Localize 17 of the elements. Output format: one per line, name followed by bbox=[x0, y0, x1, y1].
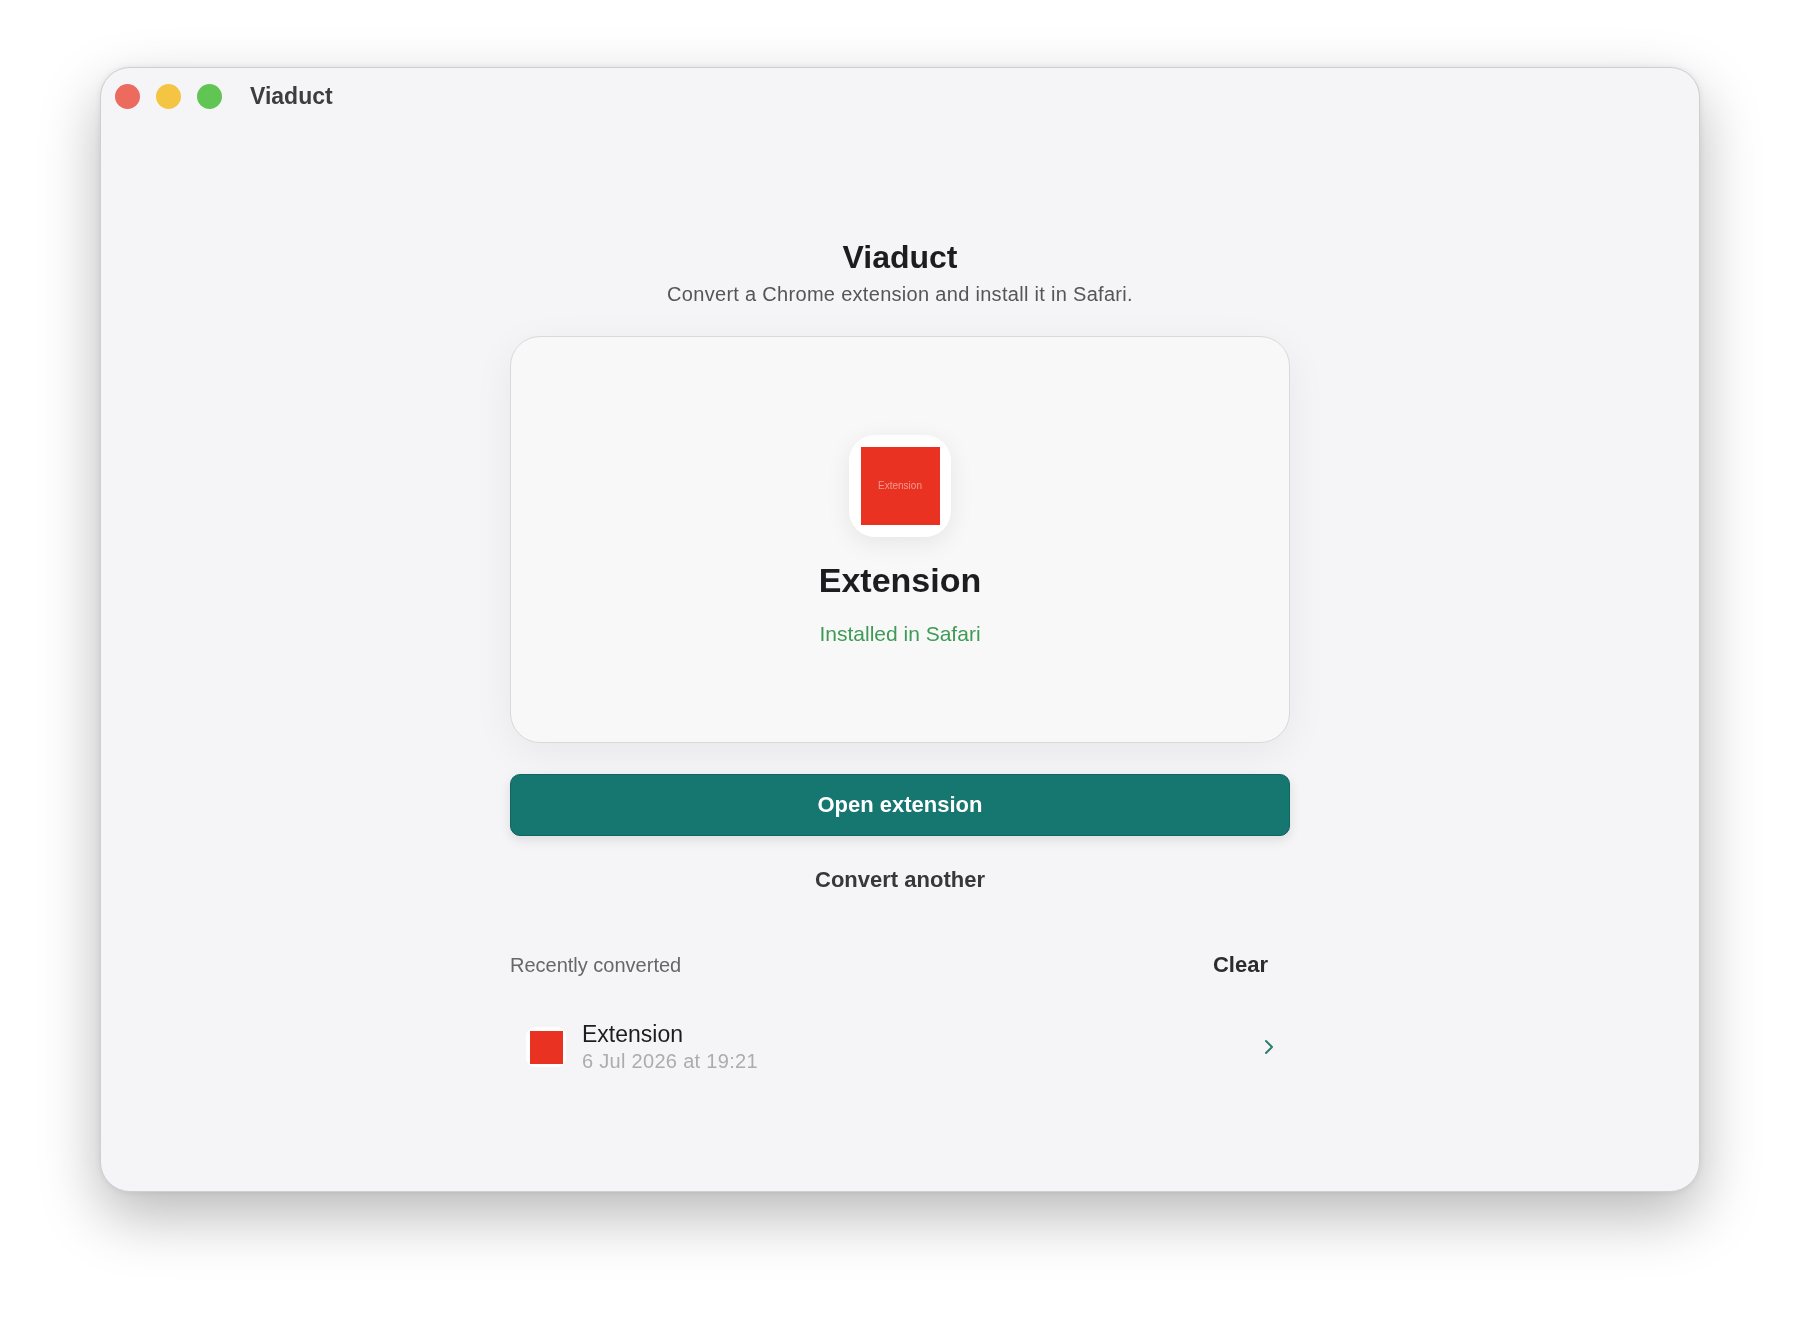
zoom-button[interactable] bbox=[197, 83, 222, 109]
extension-name: Extension bbox=[818, 560, 982, 600]
extension-icon bbox=[526, 1027, 566, 1067]
section-title: Recently converted bbox=[510, 953, 682, 978]
item-date: 6 Jul 2026 at 19:21 bbox=[582, 1049, 758, 1074]
app-subtitle: Convert a Chrome extension and install it in Safari. bbox=[667, 282, 1133, 306]
item-name: Extension bbox=[582, 1020, 683, 1048]
open-extension-button[interactable]: Open extension bbox=[510, 774, 1290, 836]
minimize-button[interactable] bbox=[156, 83, 181, 109]
close-button[interactable] bbox=[115, 83, 140, 109]
install-status: Installed in Safari bbox=[819, 621, 981, 647]
window-title: Viaduct bbox=[250, 82, 333, 110]
icon-label: Extension bbox=[878, 480, 922, 492]
convert-another-button[interactable]: Convert another bbox=[811, 866, 989, 894]
clear-button[interactable]: Clear bbox=[1212, 951, 1268, 979]
app-heading: Viaduct bbox=[842, 238, 958, 276]
chevron-right-icon[interactable] bbox=[1264, 1039, 1274, 1055]
